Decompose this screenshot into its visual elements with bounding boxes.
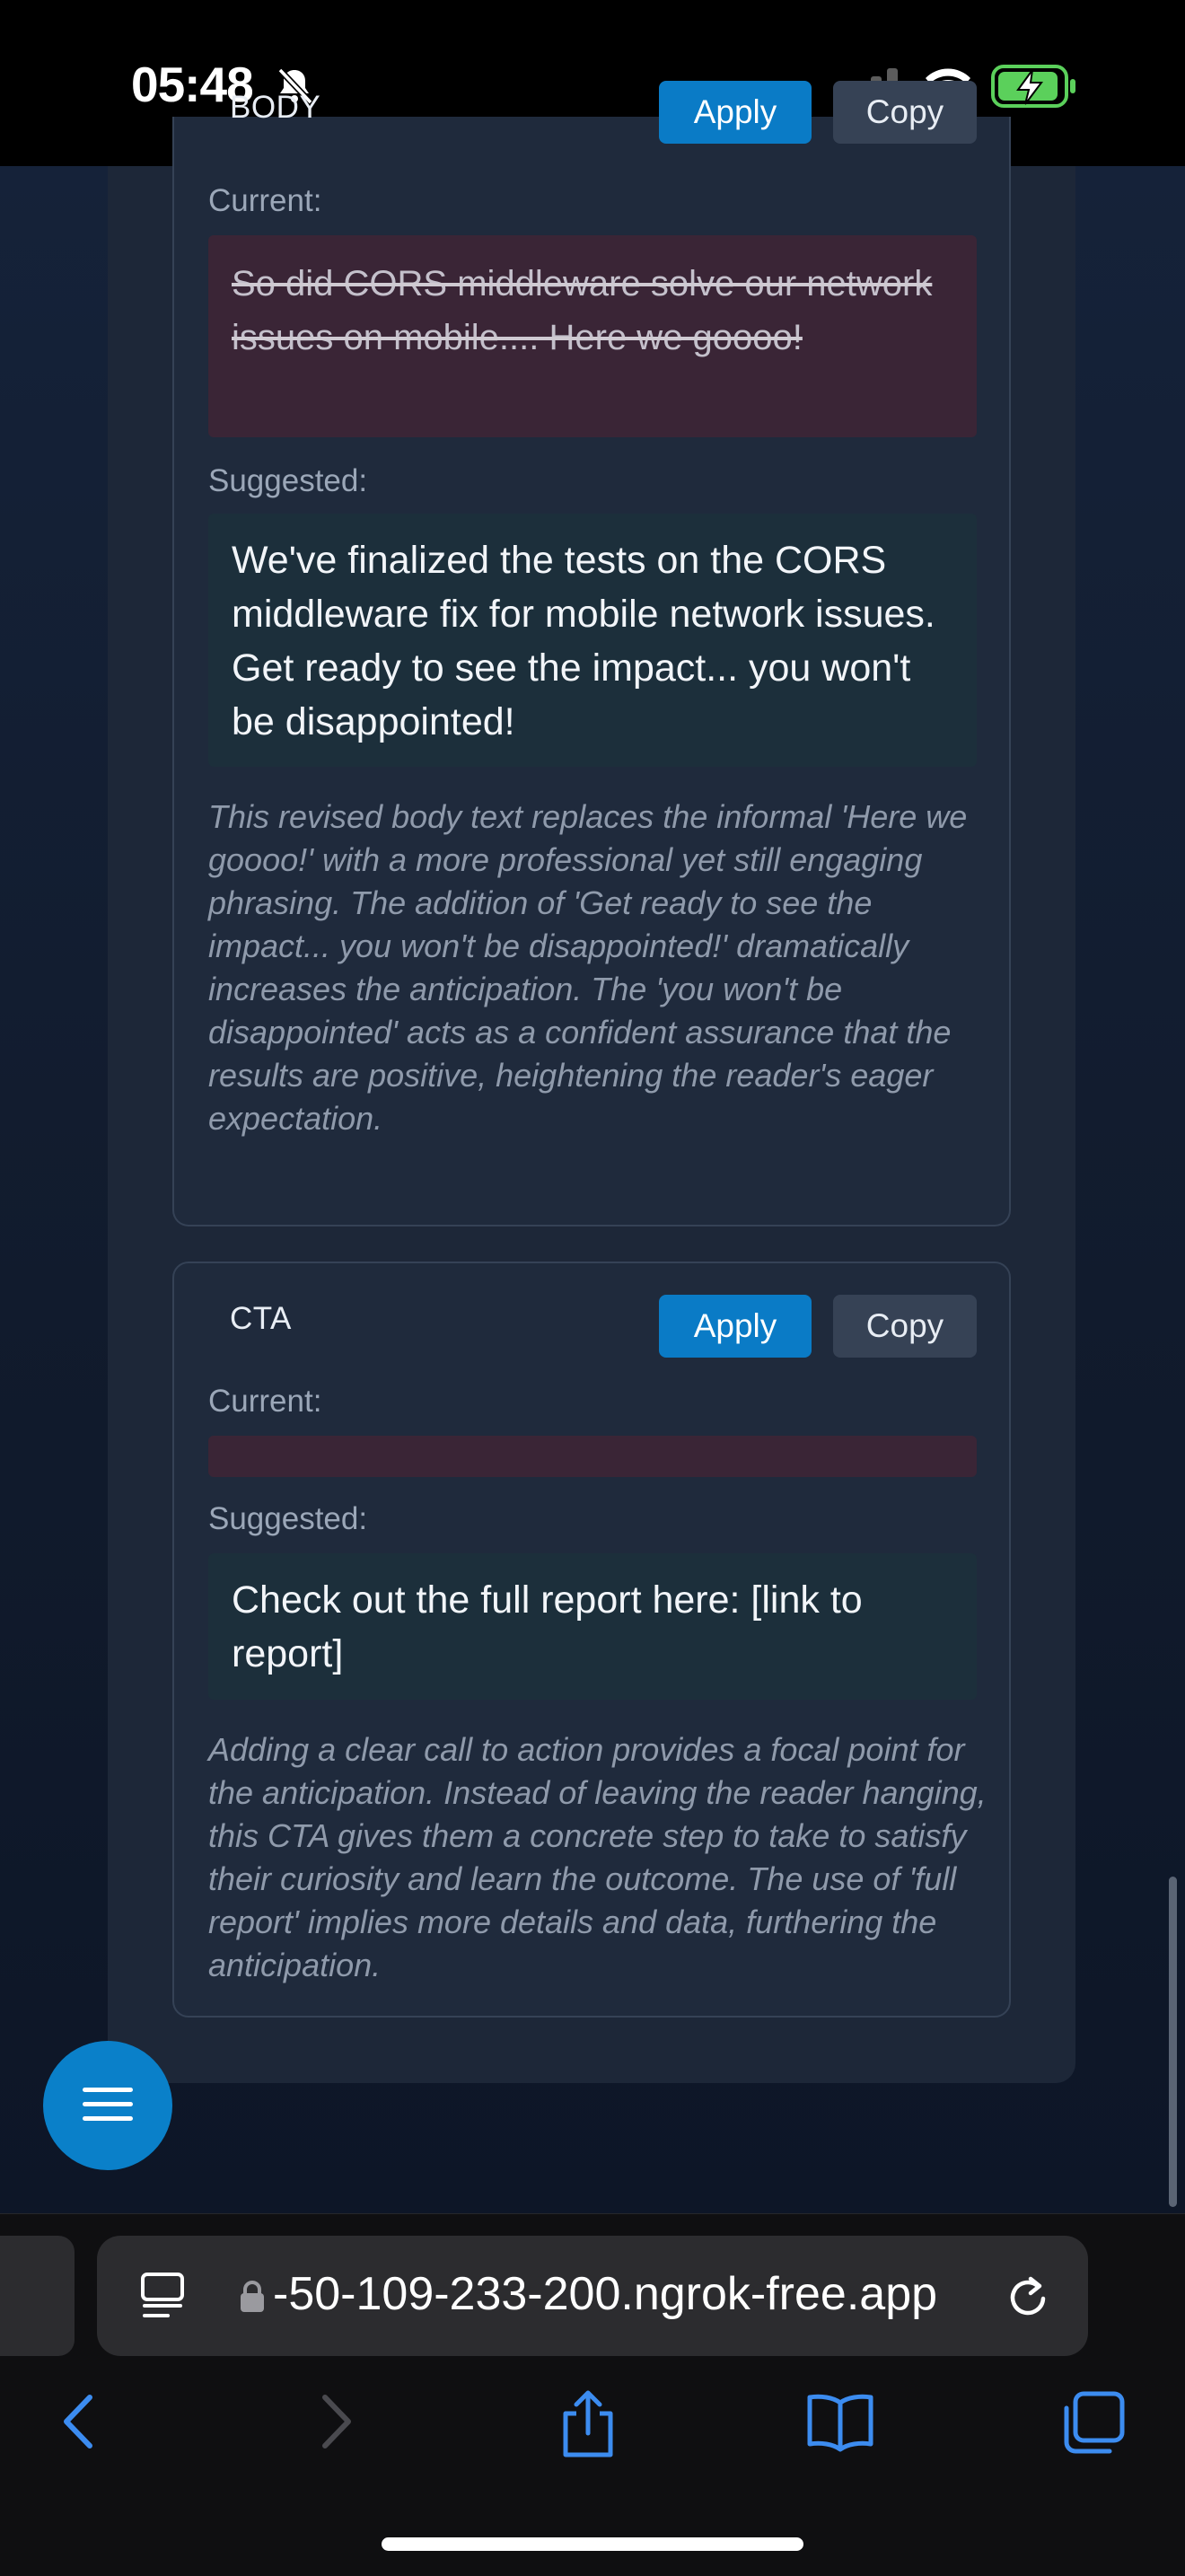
body-suggestion-card: BODY Apply Copy Current: So did CORS mid… [172,81,1011,1226]
book-icon[interactable] [804,2388,876,2459]
tabs-icon[interactable] [1059,2388,1129,2463]
scrollbar[interactable] [1169,1877,1177,2207]
body-suggested-label: Suggested: [208,463,368,498]
body-card-title: BODY [230,90,321,125]
body-suggested-text: We've finalized the tests on the CORS mi… [208,514,977,767]
cta-current-text [208,1436,977,1477]
cta-suggested-label: Suggested: [208,1501,368,1536]
cta-copy-button[interactable]: Copy [833,1295,977,1358]
share-icon[interactable] [557,2388,619,2465]
chevron-right-icon[interactable] [314,2388,359,2459]
reader-mode-icon[interactable] [140,2272,185,2325]
url-text[interactable]: -50-109-233-200.ngrok-free.app [273,2267,937,2321]
lock-icon [239,2280,266,2318]
cta-apply-button[interactable]: Apply [659,1295,812,1358]
cta-suggested-text: Check out the full report here: [link to… [208,1553,977,1700]
menu-fab-button[interactable] [43,2041,172,2170]
body-apply-button[interactable]: Apply [659,81,812,144]
body-current-text: So did CORS middleware solve our network… [208,235,977,437]
body-current-label: Current: [208,183,322,218]
reload-icon[interactable] [1004,2272,1054,2326]
chevron-left-icon[interactable] [56,2388,101,2459]
hamburger-menu-icon [83,2084,133,2128]
cta-current-label: Current: [208,1384,322,1419]
body-copy-button[interactable]: Copy [833,81,977,144]
home-indicator [382,2537,803,2551]
cta-card-title: CTA [230,1301,292,1336]
body-explanation: This revised body text replaces the info… [208,798,968,1137]
cta-suggestion-card: CTA Apply Copy Current: Suggested: Check… [172,1262,1011,2018]
cta-explanation: Adding a clear call to action provides a… [208,1731,987,1983]
previous-tab-preview[interactable] [0,2236,75,2356]
battery-charging-icon [991,65,1077,112]
